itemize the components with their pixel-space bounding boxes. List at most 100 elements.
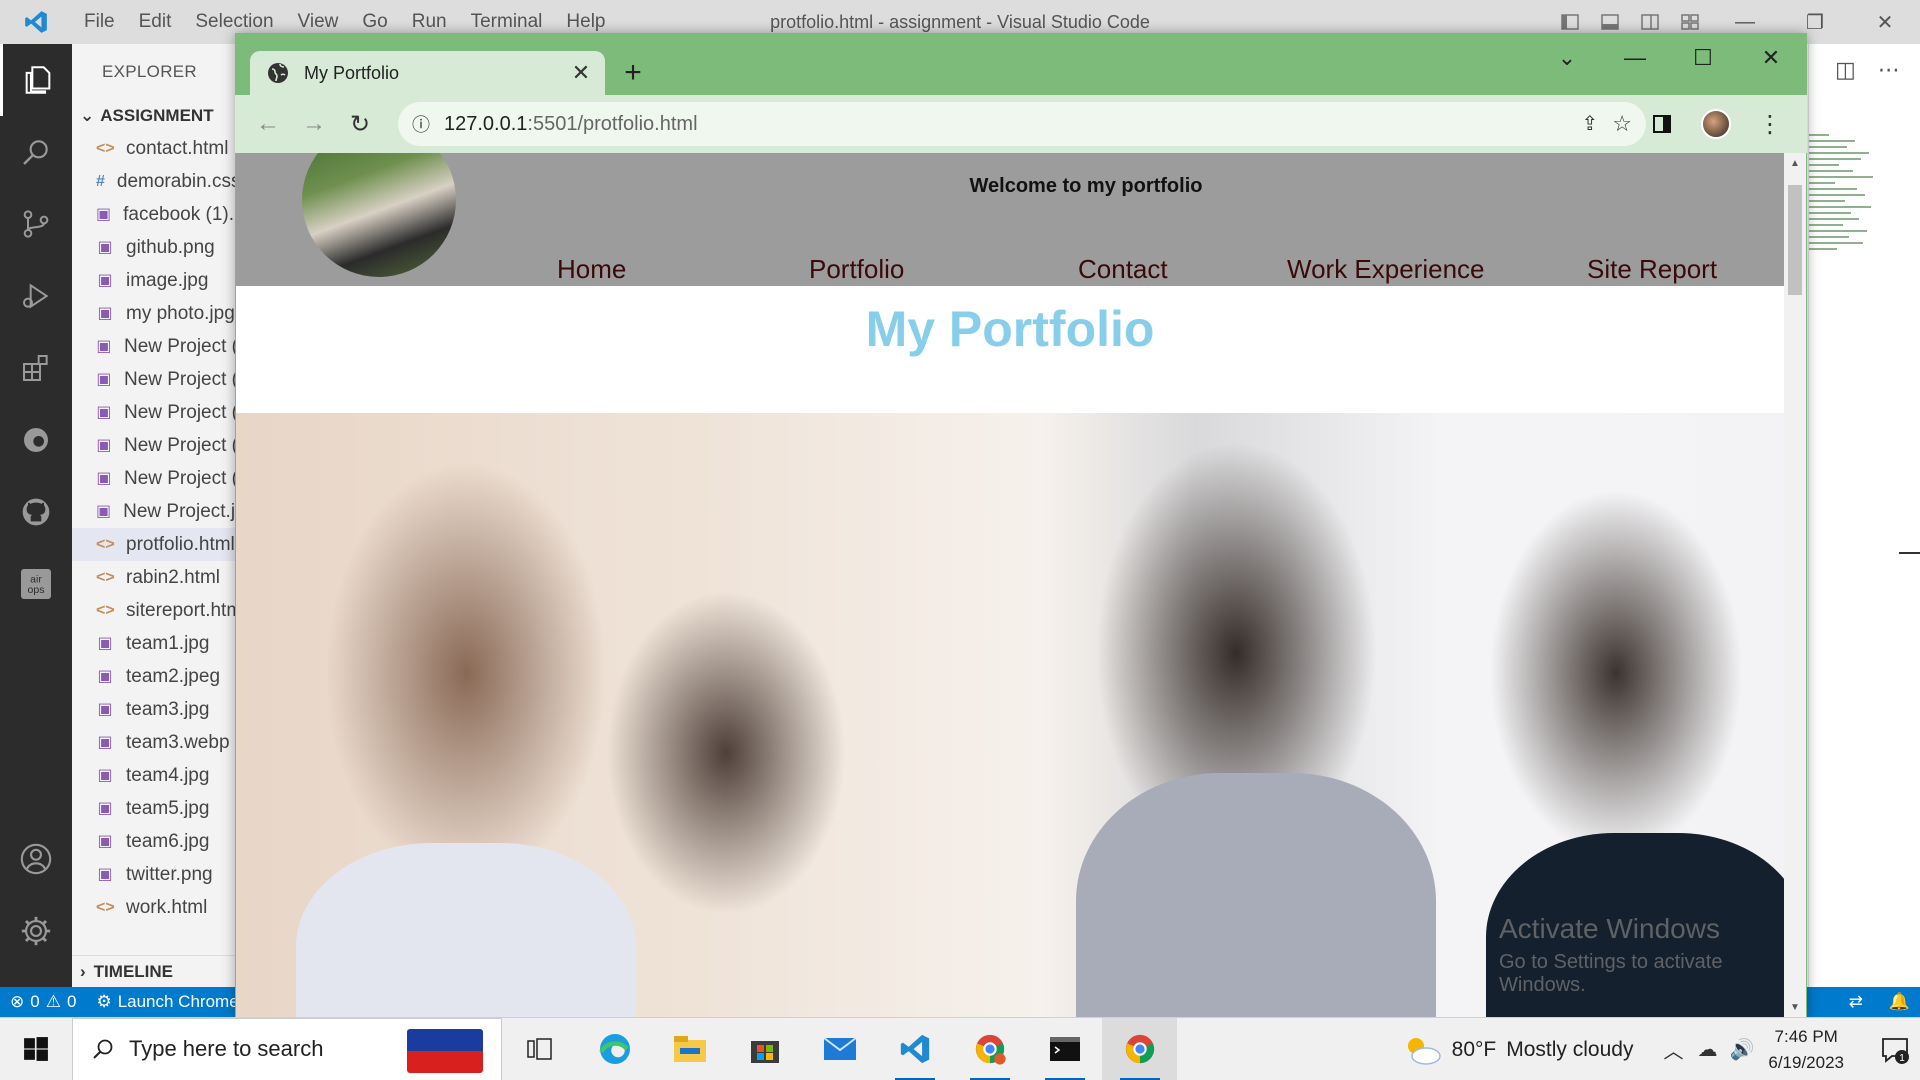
nav-contact[interactable]: Contact — [1078, 253, 1168, 286]
notifications-bell-icon[interactable]: 🔔 — [1889, 992, 1910, 1012]
scrollbar-thumb[interactable] — [1788, 185, 1802, 295]
chrome-minimize-button[interactable]: — — [1601, 33, 1669, 83]
microsoft-store-icon[interactable] — [727, 1018, 802, 1080]
file-item[interactable]: <> work.html — [72, 891, 238, 924]
terminal-icon[interactable] — [1027, 1018, 1102, 1080]
extensions-icon[interactable] — [0, 332, 72, 404]
file-item[interactable]: ▣ my photo.jpg — [72, 297, 238, 330]
live-share-icon[interactable]: ⇄ — [1849, 992, 1863, 1012]
chrome-maximize-button[interactable]: ☐ — [1669, 33, 1737, 83]
chevron-down-icon: ⌄ — [80, 106, 95, 125]
more-actions-icon[interactable]: ⋯ — [1878, 57, 1900, 83]
minimap[interactable] — [1809, 134, 1909, 394]
reload-icon[interactable]: ↻ — [337, 101, 383, 147]
volume-icon[interactable]: 🔊 — [1729, 1037, 1754, 1062]
file-item[interactable]: ▣ New Project ( — [72, 429, 238, 462]
file-item[interactable]: # demorabin.css — [72, 165, 238, 198]
back-arrow-icon[interactable]: ← — [245, 101, 291, 147]
nav-work-experience[interactable]: Work Experience — [1287, 253, 1485, 286]
edge-browser-icon[interactable] — [577, 1018, 652, 1080]
file-item[interactable]: ▣ team3.webp — [72, 726, 238, 759]
file-item[interactable]: ▣ New Project ( — [72, 330, 238, 363]
file-item[interactable]: <> rabin2.html — [72, 561, 238, 594]
chrome-menu-icon[interactable]: ⋮ — [1747, 101, 1793, 147]
timeline-label: TIMELINE — [93, 961, 174, 981]
onedrive-cloud-icon[interactable]: ☁ — [1697, 1037, 1717, 1062]
scroll-down-icon[interactable]: ▼ — [1784, 997, 1806, 1017]
file-item[interactable]: ▣ team1.jpg — [72, 627, 238, 660]
forward-arrow-icon[interactable]: → — [291, 101, 337, 147]
image-file-icon: ▣ — [96, 437, 112, 454]
show-hidden-icons-chevron-icon[interactable]: ︿ — [1663, 1035, 1683, 1064]
file-item[interactable]: ▣ github.png — [72, 231, 238, 264]
file-name: sitereport.html — [126, 600, 238, 621]
taskbar-clock[interactable]: 7:46 PM 6/19/2023 — [1768, 1024, 1844, 1076]
side-panel-icon[interactable] — [1639, 101, 1685, 147]
problems-indicator[interactable]: ⊗ 0 ⚠ 0 — [0, 992, 86, 1012]
share-icon[interactable]: ⇪ — [1582, 111, 1599, 137]
edge-devtools-icon[interactable] — [0, 404, 72, 476]
file-name: team6.jpg — [126, 831, 210, 852]
file-item[interactable]: ▣ facebook (1).png — [72, 198, 238, 231]
action-center-icon[interactable]: 1 — [1870, 1018, 1920, 1080]
html-file-icon: <> — [96, 536, 115, 553]
file-item[interactable]: ▣ team2.jpeg — [72, 660, 238, 693]
file-item[interactable]: ▣ twitter.png — [72, 858, 238, 891]
accounts-icon[interactable] — [0, 823, 72, 895]
nav-site-report[interactable]: Site Report — [1587, 253, 1717, 286]
source-control-icon[interactable] — [0, 188, 72, 260]
airops-icon[interactable]: air ops — [0, 548, 72, 620]
launch-chrome-status[interactable]: ⚙ Launch Chrome — [86, 992, 248, 1012]
chrome-profile-taskbar-icon[interactable] — [952, 1018, 1027, 1080]
file-item[interactable]: <> protfolio.html — [72, 528, 238, 561]
settings-gear-icon[interactable] — [0, 895, 72, 967]
taskbar-search-box[interactable]: Type here to search — [72, 1017, 502, 1080]
bookmark-star-icon[interactable]: ☆ — [1612, 111, 1632, 137]
chrome-taskbar-icon[interactable] — [1102, 1017, 1177, 1080]
mail-icon[interactable] — [802, 1018, 877, 1080]
file-name: protfolio.html — [126, 534, 235, 555]
split-editor-icon[interactable]: ◫ — [1835, 57, 1856, 83]
browser-tab[interactable]: My Portfolio ✕ — [250, 51, 605, 95]
nav-home[interactable]: Home — [557, 253, 626, 286]
page-viewport: Welcome to my portfolio Home Portfolio C… — [236, 153, 1784, 1017]
file-item[interactable]: ▣ New Project ( — [72, 363, 238, 396]
explorer-icon[interactable] — [0, 44, 72, 116]
file-name: my photo.jpg — [126, 303, 235, 324]
folder-header[interactable]: ⌄ ASSIGNMENT — [72, 100, 238, 132]
menu-edit[interactable]: Edit — [127, 0, 184, 44]
file-item[interactable]: ▣ New Project ( — [72, 462, 238, 495]
file-item[interactable]: ▣ New Project ( — [72, 396, 238, 429]
page-scrollbar[interactable]: ▲ ▼ — [1784, 153, 1806, 1017]
file-item[interactable]: ▣ team4.jpg — [72, 759, 238, 792]
nav-portfolio[interactable]: Portfolio — [809, 253, 904, 286]
search-icon[interactable] — [0, 116, 72, 188]
file-item[interactable]: ▣ team6.jpg — [72, 825, 238, 858]
file-item[interactable]: ▣ team3.jpg — [72, 693, 238, 726]
site-info-icon[interactable]: ⓘ — [398, 111, 444, 137]
run-debug-icon[interactable] — [0, 260, 72, 332]
file-item[interactable]: ▣ image.jpg — [72, 264, 238, 297]
weather-widget[interactable]: 80°F Mostly cloudy — [1402, 1034, 1633, 1066]
file-explorer-icon[interactable] — [652, 1018, 727, 1080]
timeline-section[interactable]: › TIMELINE — [72, 955, 238, 987]
github-icon[interactable] — [0, 476, 72, 548]
windows-start-icon[interactable] — [0, 1018, 72, 1080]
vscode-taskbar-icon[interactable] — [877, 1018, 952, 1080]
file-item[interactable]: ▣ team5.jpg — [72, 792, 238, 825]
file-item[interactable]: <> contact.html — [72, 132, 238, 165]
scroll-up-icon[interactable]: ▲ — [1784, 153, 1806, 173]
address-bar[interactable]: ⓘ 127.0.0.1:5501/protfolio.html ⇪ ☆ — [398, 102, 1646, 146]
file-item[interactable]: ▣ New Project.jpg — [72, 495, 238, 528]
search-highlight-flag-icon[interactable] — [407, 1028, 483, 1073]
chrome-close-button[interactable]: ✕ — [1737, 33, 1805, 83]
new-tab-button[interactable]: + — [615, 55, 651, 91]
tab-close-icon[interactable]: ✕ — [567, 59, 595, 87]
tab-search-chevron-icon[interactable]: ⌄ — [1533, 33, 1601, 83]
url-text[interactable]: 127.0.0.1:5501/protfolio.html — [444, 113, 1582, 136]
menu-file[interactable]: File — [72, 0, 127, 44]
vscode-close-button[interactable]: ✕ — [1850, 0, 1920, 44]
profile-avatar[interactable] — [1693, 101, 1739, 147]
file-item[interactable]: <> sitereport.html — [72, 594, 238, 627]
task-view-icon[interactable] — [502, 1018, 577, 1080]
